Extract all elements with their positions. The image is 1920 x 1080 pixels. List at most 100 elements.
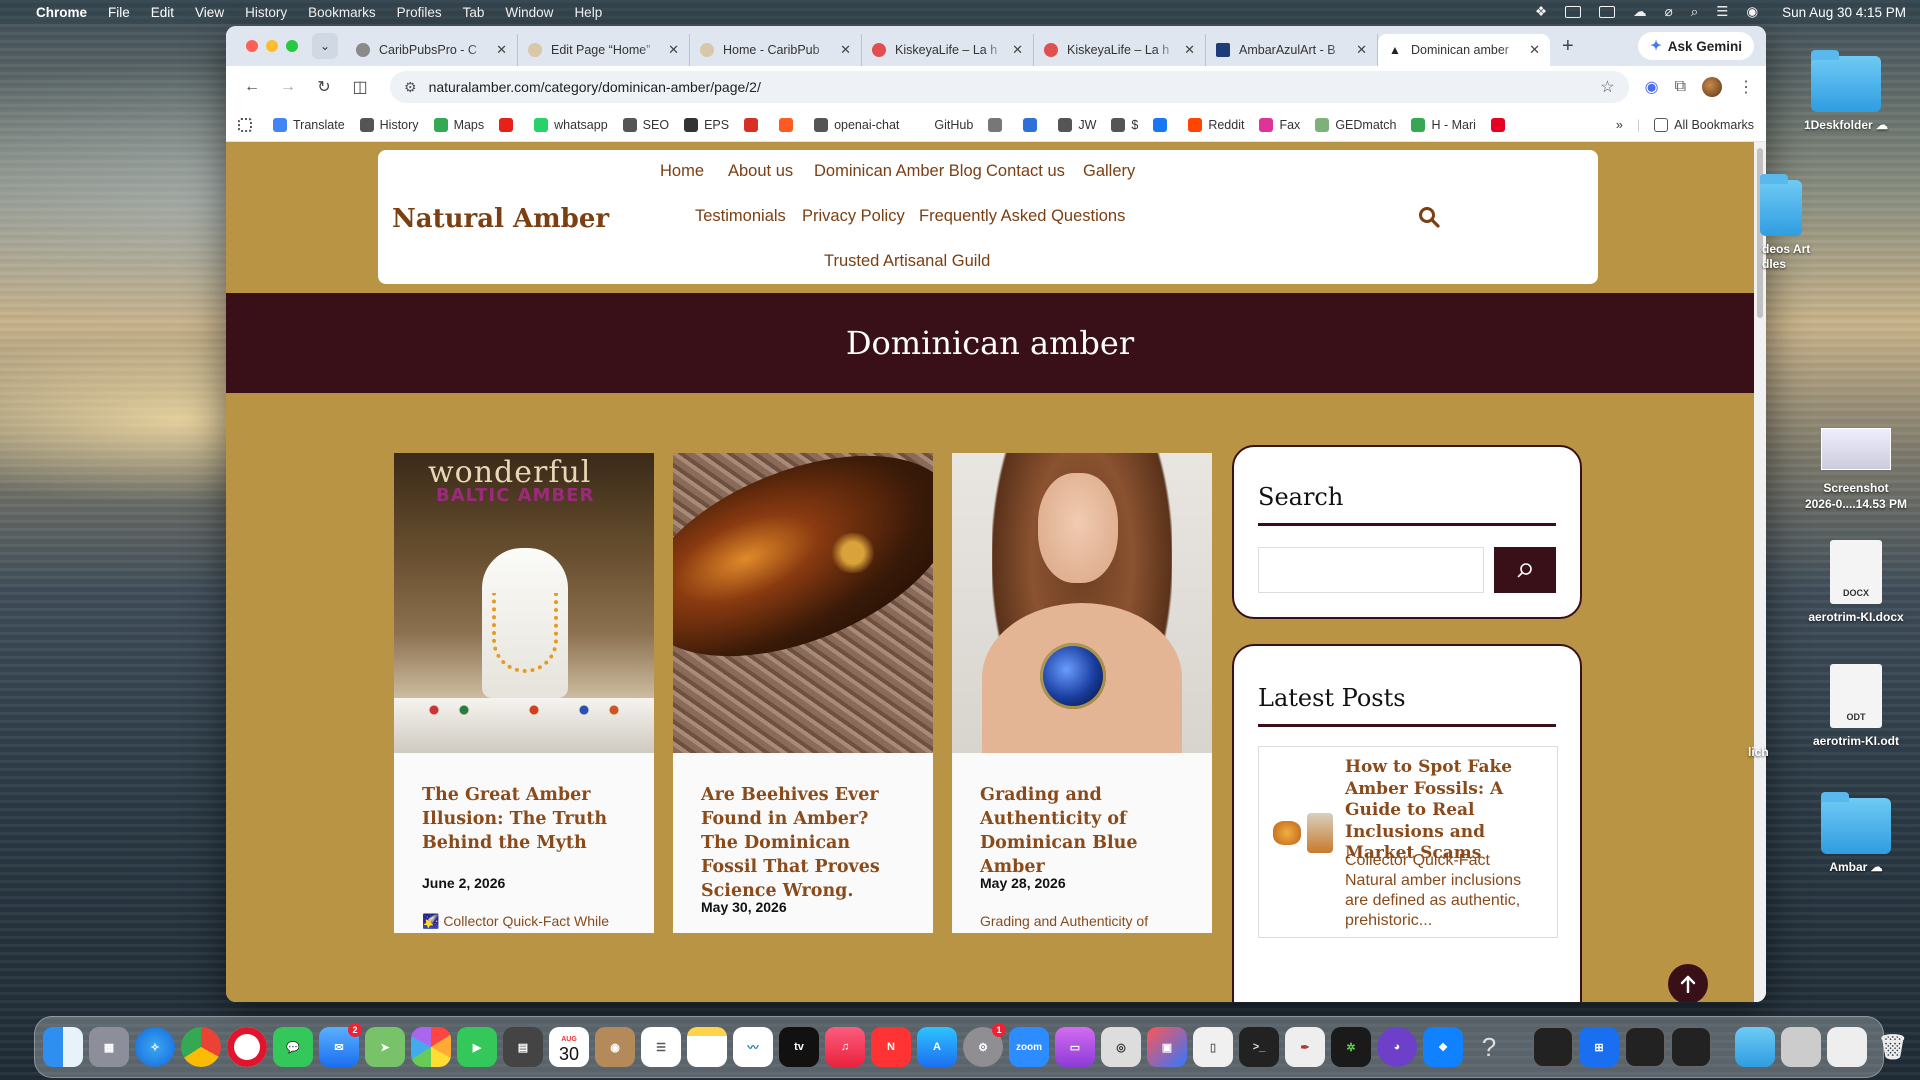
menu-bookmarks[interactable]: Bookmarks: [308, 5, 376, 20]
safari-icon[interactable]: ✧: [135, 1027, 175, 1067]
maps-icon[interactable]: ➤: [365, 1027, 405, 1067]
back-to-top-button[interactable]: [1668, 964, 1708, 1002]
ask-gemini-button[interactable]: ✦ Ask Gemini: [1638, 32, 1754, 60]
bookmark-maps[interactable]: Maps: [433, 117, 484, 132]
terminal-window-icon[interactable]: [1625, 1027, 1665, 1067]
reminders-icon[interactable]: ☰: [641, 1027, 681, 1067]
bookmark-bookmark[interactable]: $: [1111, 117, 1138, 132]
bookmark-bookmark[interactable]: [1153, 117, 1173, 132]
menu-app-name[interactable]: Chrome: [36, 5, 87, 20]
opera-icon[interactable]: [227, 1027, 267, 1067]
owl-app-icon[interactable]: ◎: [1101, 1027, 1141, 1067]
bookmark-eps[interactable]: EPS: [684, 117, 729, 132]
reload-icon[interactable]: ↻: [310, 77, 338, 97]
url-text[interactable]: naturalamber.com/category/dominican-ambe…: [429, 79, 761, 95]
terminal-icon[interactable]: >_: [1239, 1027, 1279, 1067]
close-window-button[interactable]: [246, 40, 258, 52]
windows-app-icon[interactable]: ⊞: [1579, 1027, 1619, 1067]
desktop-file-odt[interactable]: ODT aerotrim-KI.odt: [1796, 664, 1916, 748]
nav-privacy-policy[interactable]: Privacy Policy: [802, 207, 905, 226]
bookmark-seo[interactable]: SEO: [622, 117, 669, 132]
trash-icon[interactable]: 🗑: [1873, 1027, 1913, 1067]
bookmark-whatsapp[interactable]: whatsapp: [534, 117, 608, 132]
recent-stack-icon[interactable]: [1781, 1027, 1821, 1067]
bookmark-apps-grid-icon[interactable]: [238, 117, 258, 132]
control-center-icon[interactable]: ☰: [1716, 4, 1728, 20]
profile-avatar[interactable]: [1702, 77, 1722, 97]
desktop-folder-1deskfolder[interactable]: 1Deskfolder ☁: [1786, 50, 1906, 132]
extensions-puzzle-icon[interactable]: ⧉: [1675, 78, 1686, 96]
system-settings-icon[interactable]: ⚙ 1: [963, 1023, 1006, 1067]
desktop-screenshot[interactable]: Screenshot 2026-0....14.53 PM: [1796, 428, 1916, 512]
close-icon[interactable]: ✕: [840, 42, 851, 58]
bookmark-star-icon[interactable]: ☆: [1600, 77, 1614, 97]
zoom-icon[interactable]: zoom: [1009, 1027, 1049, 1067]
post-image-woman-blue-amber[interactable]: [952, 453, 1212, 753]
freeform-icon[interactable]: 〰: [733, 1027, 773, 1067]
bookmark-bookmark[interactable]: [988, 117, 1008, 132]
mail-icon[interactable]: ✉ 2: [319, 1023, 362, 1067]
dropbox-icon[interactable]: ❖: [1535, 4, 1547, 20]
cloud-icon[interactable]: ☁: [1633, 4, 1647, 20]
screen-sharing-icon[interactable]: ▭: [1055, 1027, 1095, 1067]
menu-file[interactable]: File: [108, 5, 130, 20]
desktop-folder-videos-art[interactable]: deos Art dles: [1740, 174, 1860, 272]
bookmark-reddit[interactable]: Reddit: [1188, 117, 1244, 132]
github-desktop-icon[interactable]: ◕: [1377, 1027, 1417, 1067]
news-icon[interactable]: N: [871, 1027, 911, 1067]
terminal-window-icon[interactable]: [1533, 1027, 1573, 1067]
downloads-folder-icon[interactable]: [1735, 1027, 1775, 1067]
apple-tv-icon[interactable]: tv: [779, 1027, 819, 1067]
close-icon[interactable]: ✕: [1529, 42, 1540, 58]
menu-history[interactable]: History: [245, 5, 287, 20]
nav-about-us[interactable]: About us: [728, 162, 793, 181]
bookmark-gedmatch[interactable]: GEDmatch: [1315, 117, 1396, 132]
screen-icon[interactable]: [1565, 6, 1582, 18]
photos-icon[interactable]: [411, 1027, 451, 1067]
documents-stack-icon[interactable]: [1827, 1027, 1867, 1067]
all-bookmarks-button[interactable]: All Bookmarks: [1654, 117, 1754, 132]
extension-icon[interactable]: ◉: [1645, 77, 1659, 97]
nav-contact-us[interactable]: Contact us: [986, 162, 1065, 181]
finder-icon[interactable]: [43, 1027, 83, 1067]
tab-dominican-amber[interactable]: ▲ Dominican amber ✕: [1378, 34, 1550, 66]
desktop-file-docx[interactable]: DOCX aerotrim-KI.docx: [1796, 540, 1916, 624]
bookmark-history[interactable]: History: [359, 117, 419, 132]
post-title[interactable]: Grading and Authenticity of Dominican Bl…: [980, 783, 1190, 879]
site-logo[interactable]: Natural Amber: [392, 204, 609, 234]
chrome-icon[interactable]: [181, 1027, 221, 1067]
bookmark-bookmark[interactable]: [1490, 117, 1511, 132]
bookmark-translate[interactable]: Translate: [273, 117, 345, 132]
more-bookmarks-icon[interactable]: »: [1616, 118, 1623, 132]
menu-view[interactable]: View: [195, 5, 224, 20]
post-card[interactable]: Are Beehives Ever Found in Amber? The Do…: [673, 453, 933, 933]
sidebar-search-button[interactable]: [1494, 547, 1556, 593]
nav-trusted-artisanal-guild[interactable]: Trusted Artisanal Guild: [824, 252, 990, 271]
calculator-icon[interactable]: ▤: [503, 1027, 543, 1067]
post-image-jewelry-display[interactable]: wonderful BALTIC AMBER: [394, 453, 654, 753]
latest-post-item[interactable]: How to Spot Fake Amber Fossils: A Guide …: [1258, 746, 1558, 938]
tab-caribpubspro[interactable]: CaribPubsPro - C ✕: [346, 34, 518, 66]
nav-testimonials[interactable]: Testimonials: [695, 207, 786, 226]
nav-home[interactable]: Home: [660, 162, 704, 181]
search-icon[interactable]: ⌕: [1691, 4, 1699, 20]
close-icon[interactable]: ✕: [668, 42, 679, 58]
siri-icon[interactable]: ◉: [1746, 4, 1758, 20]
bookmark-jw[interactable]: JW: [1058, 117, 1096, 132]
post-image-amber-fossil[interactable]: [673, 453, 933, 753]
contacts-icon[interactable]: ◉: [595, 1027, 635, 1067]
menu-window[interactable]: Window: [505, 5, 553, 20]
sidebar-search-input[interactable]: [1258, 547, 1484, 593]
tab-edit-page[interactable]: Edit Page “Home” ✕: [518, 34, 690, 66]
music-icon[interactable]: ♫: [825, 1027, 865, 1067]
bookmark-fax[interactable]: Fax: [1259, 117, 1300, 132]
zoom-window-button[interactable]: [286, 40, 298, 52]
post-title[interactable]: Are Beehives Ever Found in Amber? The Do…: [701, 783, 911, 903]
back-icon[interactable]: ←: [238, 78, 266, 96]
menu-edit[interactable]: Edit: [151, 5, 174, 20]
document-icon[interactable]: ▯: [1193, 1027, 1233, 1067]
latest-post-title[interactable]: How to Spot Fake Amber Fossils: A Guide …: [1345, 757, 1551, 865]
help-icon[interactable]: ?: [1469, 1027, 1509, 1067]
post-card[interactable]: Grading and Authenticity of Dominican Bl…: [952, 453, 1212, 933]
close-icon[interactable]: ✕: [496, 42, 507, 58]
